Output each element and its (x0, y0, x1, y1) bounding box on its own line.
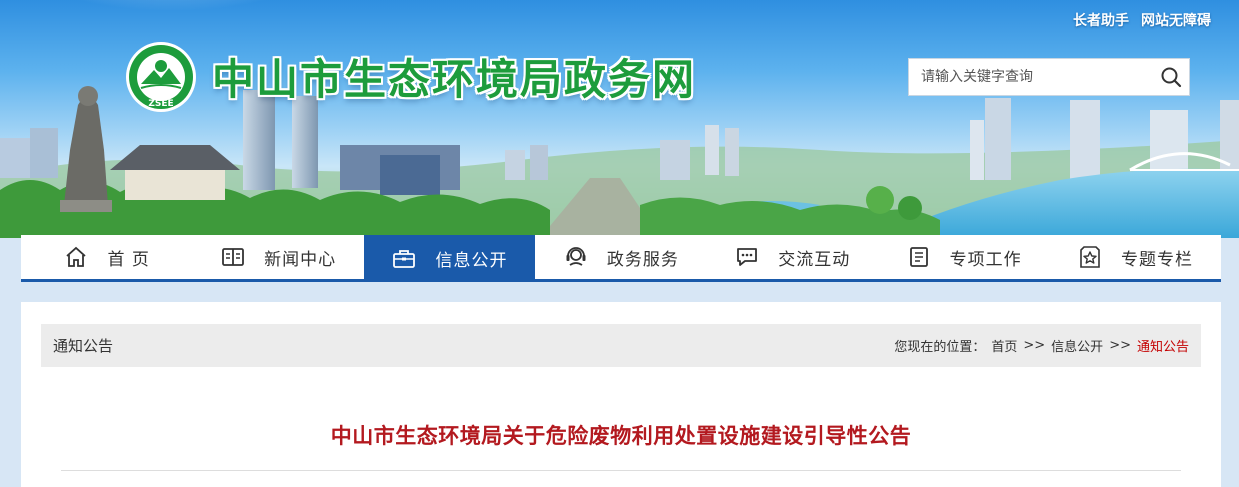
city-skyline-illustration (0, 0, 1239, 238)
document-icon (906, 244, 932, 270)
service-icon (563, 244, 589, 270)
nav-label: 专项工作 (949, 249, 1022, 270)
section-title: 通知公告 (53, 337, 114, 355)
header-banner: ZSEE 中山市生态环境局政务网 长者助手 网站无障碍 (0, 0, 1239, 238)
main-nav: 首 页 新闻中心 信息公开 政务服务 交流互动 专项工作 专题专栏 (21, 235, 1221, 282)
breadcrumb: 您现在的位置： 首页 >> 信息公开 >> 通知公告 (894, 336, 1189, 355)
home-icon (63, 244, 89, 270)
nav-label: 交流互动 (778, 249, 851, 270)
site-title: 中山市生态环境局政务网 (212, 55, 697, 104)
nav-item-interaction[interactable]: 交流互动 (707, 235, 878, 279)
nav-item-news[interactable]: 新闻中心 (192, 235, 363, 279)
nav-label: 信息公开 (435, 251, 508, 271)
briefcase-icon (391, 246, 417, 272)
nav-item-gov-service[interactable]: 政务服务 (535, 235, 706, 279)
breadcrumb-info-disclosure[interactable]: 信息公开 (1051, 336, 1103, 355)
top-links: 长者助手 网站无障碍 (1073, 10, 1211, 30)
breadcrumb-home[interactable]: 首页 (991, 336, 1017, 355)
nav-label: 政务服务 (606, 249, 679, 270)
nav-label: 新闻中心 (264, 249, 337, 270)
elderly-assistant-link[interactable]: 长者助手 (1073, 10, 1129, 30)
nav-label: 首 页 (107, 249, 150, 270)
breadcrumb-bar: 通知公告 您现在的位置： 首页 >> 信息公开 >> 通知公告 (41, 324, 1201, 367)
breadcrumb-notices[interactable]: 通知公告 (1137, 336, 1189, 355)
title-divider (61, 470, 1181, 471)
nav-item-special-work[interactable]: 专项工作 (878, 235, 1049, 279)
zsee-logo: ZSEE (126, 42, 196, 112)
nav-item-home[interactable]: 首 页 (21, 235, 192, 279)
search-input[interactable] (909, 59, 1153, 95)
content-panel: 通知公告 您现在的位置： 首页 >> 信息公开 >> 通知公告 中山市生态环境局… (21, 302, 1221, 487)
breadcrumb-prefix: 您现在的位置： (894, 340, 986, 355)
nav-label: 专题专栏 (1121, 249, 1194, 270)
star-icon (1077, 244, 1103, 270)
chat-icon (734, 244, 760, 270)
accessibility-link[interactable]: 网站无障碍 (1141, 10, 1211, 30)
book-icon (220, 244, 246, 270)
breadcrumb-separator: >> (1109, 338, 1131, 353)
breadcrumb-separator: >> (1023, 338, 1046, 353)
nav-item-special-column[interactable]: 专题专栏 (1049, 235, 1220, 279)
nav-item-info-disclosure[interactable]: 信息公开 (363, 235, 536, 282)
search-button[interactable] (1153, 59, 1189, 95)
search-box (908, 58, 1190, 96)
search-icon (1161, 67, 1182, 88)
svg-text:ZSEE: ZSEE (148, 99, 173, 109)
article-title: 中山市生态环境局关于危险废物利用处置设施建设引导性公告 (330, 424, 912, 448)
